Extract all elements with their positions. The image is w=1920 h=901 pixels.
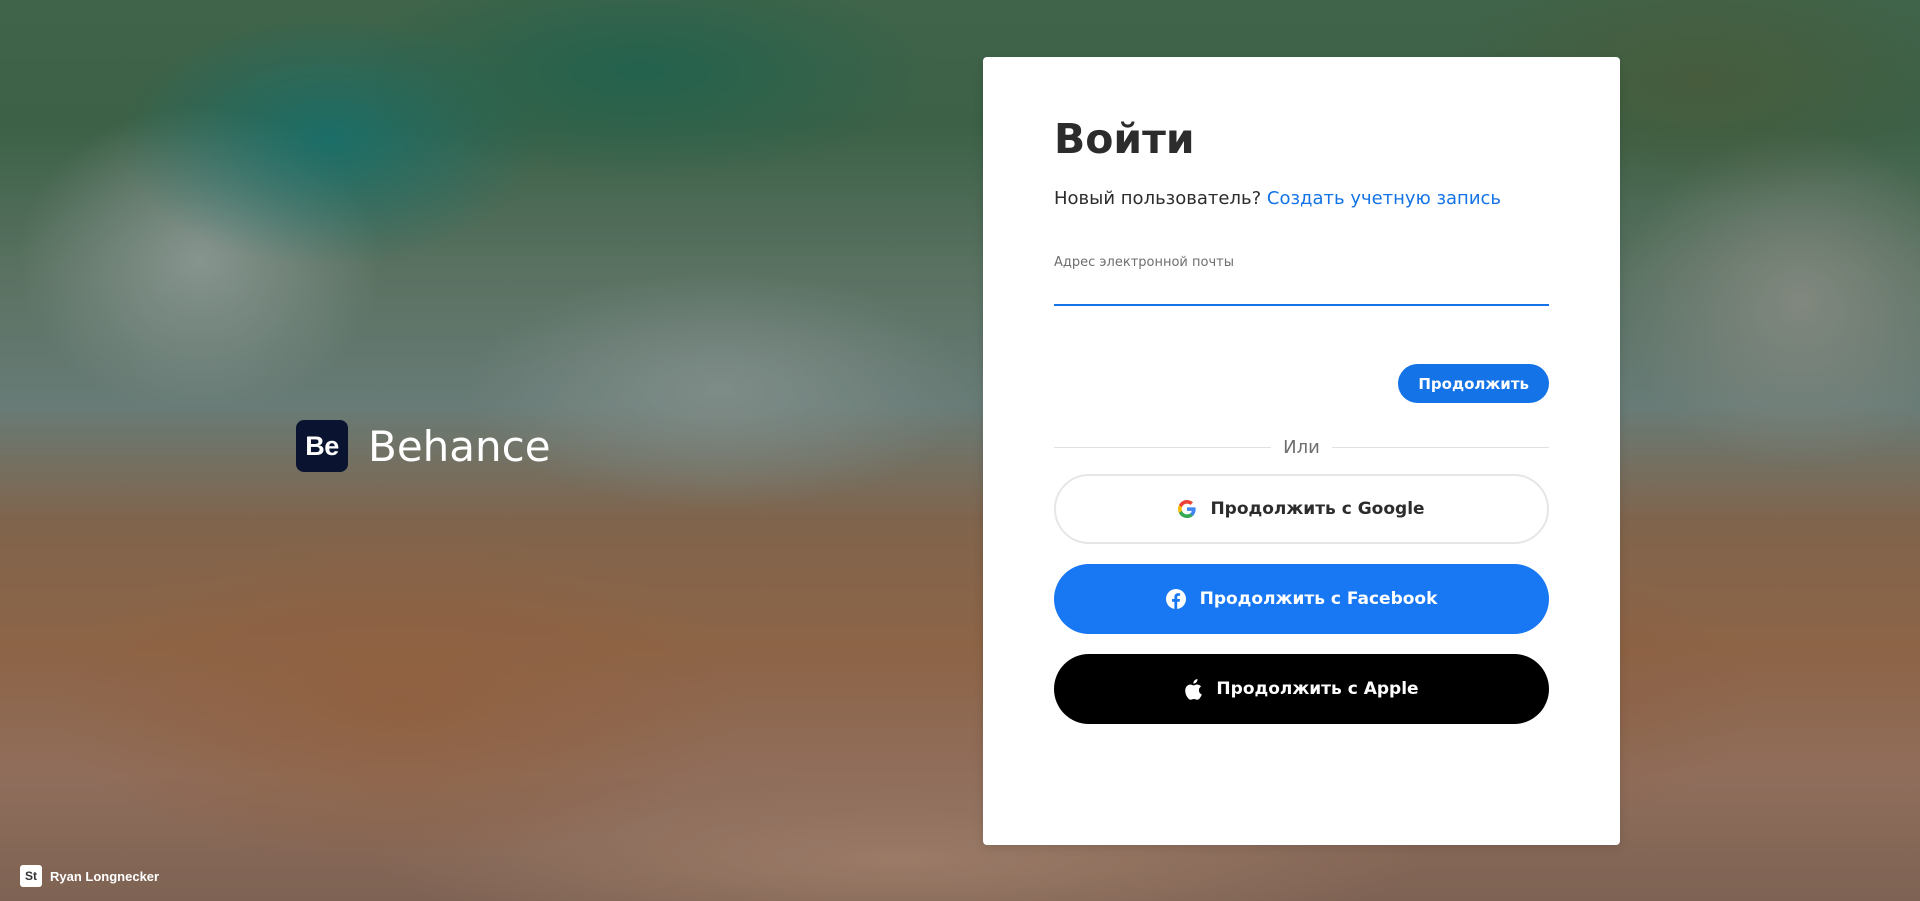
continue-row: Продолжить <box>1054 364 1549 404</box>
behance-logo: Be <box>296 420 348 472</box>
divider-text: Или <box>1283 437 1320 459</box>
signin-form: Войти Новый пользователь? Создать учетну… <box>1054 115 1550 725</box>
facebook-button-label: Продолжить с Facebook <box>1199 589 1438 610</box>
brand-name: Behance <box>368 421 551 471</box>
email-field[interactable] <box>1054 276 1549 307</box>
signin-card: Войти Новый пользователь? Создать учетну… <box>983 57 1620 845</box>
stock-logo: St <box>20 865 42 887</box>
google-button-label: Продолжить с Google <box>1210 499 1425 520</box>
create-account-link[interactable]: Создать учетную запись <box>1267 188 1501 209</box>
apple-signin-button[interactable]: Продолжить с Apple <box>1054 654 1549 725</box>
divider-line-right <box>1331 447 1550 449</box>
google-signin-button[interactable]: Продолжить с Google <box>1054 474 1549 545</box>
email-label: Адрес электронной почты <box>1054 255 1234 271</box>
facebook-signin-button[interactable]: Продолжить с Facebook <box>1054 564 1549 635</box>
background-photo <box>0 0 1920 901</box>
facebook-icon <box>1165 589 1186 610</box>
continue-button[interactable]: Продолжить <box>1398 364 1549 404</box>
apple-button-label: Продолжить с Apple <box>1216 679 1419 700</box>
photo-credit[interactable]: St Ryan Longnecker <box>20 865 159 887</box>
divider-line-left <box>1054 447 1272 449</box>
behance-brand: Be Behance <box>296 420 551 472</box>
apple-icon <box>1184 678 1203 700</box>
new-user-prompt: Новый пользователь? Создать учетную запи… <box>1054 188 1549 209</box>
or-divider: Или <box>1054 437 1550 459</box>
photo-credit-name[interactable]: Ryan Longnecker <box>50 869 159 884</box>
google-icon <box>1178 500 1197 519</box>
page-title: Войти <box>1054 115 1195 163</box>
new-user-text: Новый пользователь? <box>1054 188 1262 210</box>
